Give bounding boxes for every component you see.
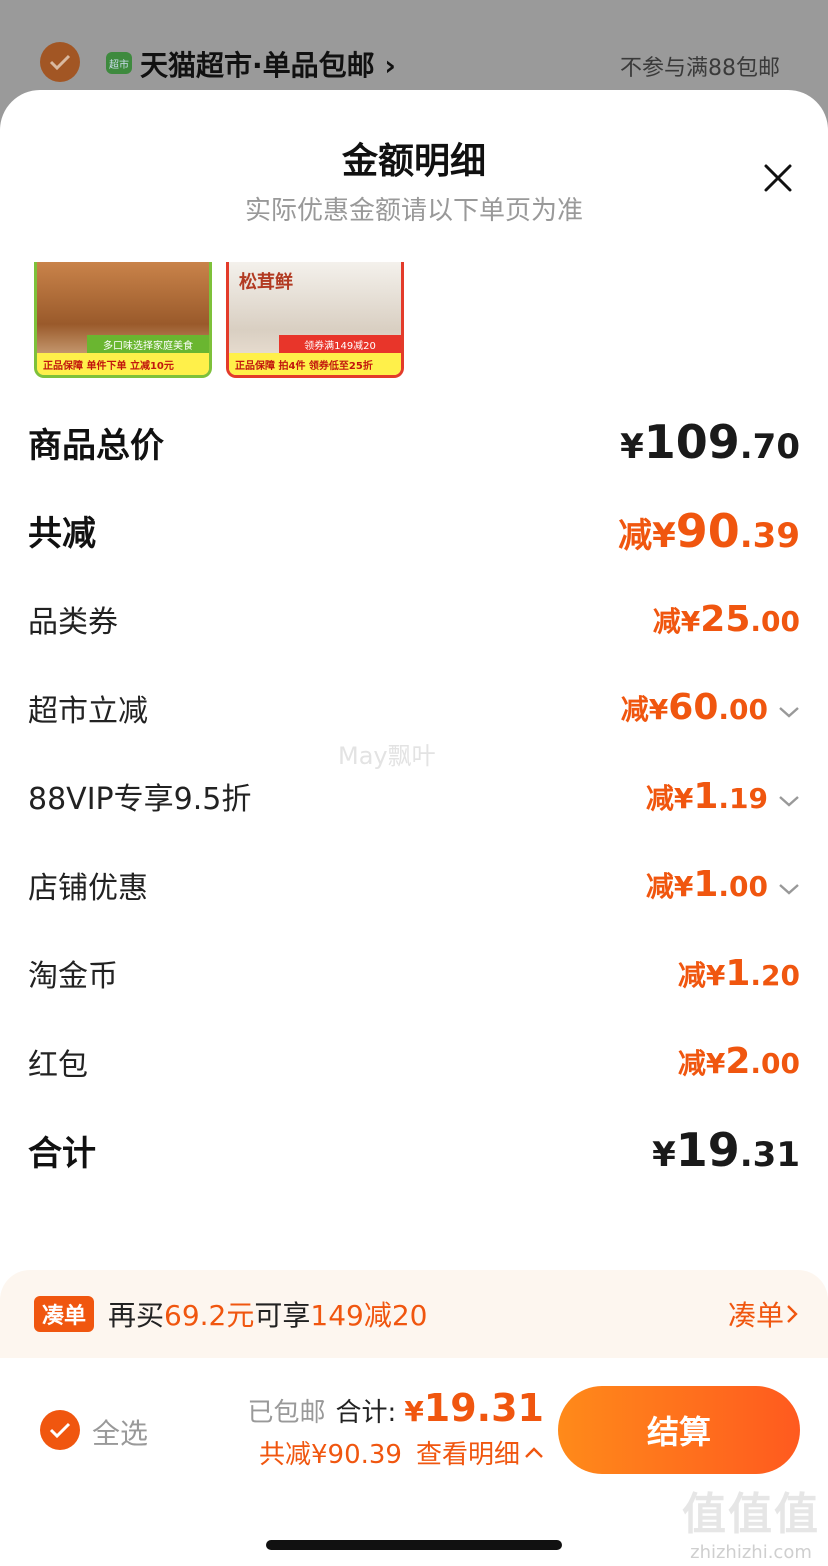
row-amount: 减¥ 1.20: [677, 952, 800, 994]
row-store-discount[interactable]: 店铺优惠 减¥ 1.00: [28, 841, 800, 930]
saved-amount: 共减¥90.39: [259, 1440, 402, 1470]
add-on-promo-bar: 凑单 再买69.2元可享149减20 凑单: [0, 1270, 828, 1358]
sheet-subtitle: 实际优惠金额请以下单页为准: [244, 196, 583, 226]
row-label: 商品总价: [28, 425, 164, 466]
checkout-button[interactable]: 结算: [558, 1386, 800, 1474]
row-amount: 减¥ 2.00: [677, 1041, 800, 1083]
select-all-checkbox[interactable]: [40, 1410, 80, 1450]
row-grand-total: 合计 ¥19.31: [28, 1106, 800, 1195]
row-label: 合计: [28, 1133, 96, 1174]
row-amount: 减¥ 1.00: [646, 864, 800, 905]
chevron-down-icon: [779, 795, 799, 807]
row-taobao-coins: 淘金币 减¥ 1.20: [28, 929, 800, 1018]
watermark: May飘叶: [338, 742, 436, 770]
row-amount: 减¥ 1.19: [646, 776, 800, 817]
add-on-link[interactable]: 凑单: [728, 1294, 800, 1334]
home-indicator: [266, 1540, 562, 1550]
free-shipping-label: 已包邮: [247, 1398, 326, 1428]
product-thumbnail-brand: 松茸鲜: [239, 272, 293, 293]
row-red-packet: 红包 减¥ 2.00: [28, 1018, 800, 1107]
amount-detail-sheet: 金额明细 实际优惠金额请以下单页为准 多口味选择家庭美食 正品保障 单件下单 立…: [0, 90, 828, 1566]
site-watermark: 值值值 zhizhizhi.com: [682, 1489, 820, 1563]
row-amount: ¥19.31: [652, 1123, 800, 1178]
product-thumbnail-strip: 正品保障 拍4件 领券低至25折: [229, 353, 401, 375]
row-label: 超市立减: [28, 693, 148, 729]
check-icon: [49, 1422, 71, 1438]
close-button[interactable]: [760, 160, 796, 196]
row-label: 共减: [28, 514, 96, 555]
row-amount: ¥109.70: [620, 415, 800, 470]
product-thumbnail-caption: 领券满149减20: [279, 335, 401, 353]
chevron-down-icon: [779, 884, 799, 895]
store-name: 天猫超市·单品包邮 ›: [140, 49, 396, 82]
row-label: 红包: [28, 1047, 88, 1083]
product-thumbnail-mushroom[interactable]: 松茸鲜 领券满149减20 正品保障 拍4件 领券低至25折: [226, 262, 404, 378]
amount-rows: 商品总价 ¥109.70 共减 减¥ 90.39 品类券 减¥ 25.00 超市立减…: [28, 398, 800, 1195]
row-total-discount: 共减 减¥ 90.39: [28, 487, 800, 576]
chevron-right-icon: [787, 1305, 798, 1323]
row-amount: 减¥ 90.39: [618, 503, 800, 558]
product-thumbnail-cookies[interactable]: 多口味选择家庭美食 正品保障 单件下单 立减10元: [34, 262, 212, 378]
chevron-up-icon: [525, 1446, 543, 1458]
tmall-supermarket-badge: 超市: [106, 52, 132, 74]
row-label: 品类券: [28, 605, 118, 641]
close-icon: [764, 164, 792, 192]
select-all-label[interactable]: 全选: [92, 1412, 148, 1452]
sheet-title: 金额明细: [341, 141, 486, 182]
promo-text: 再买69.2元可享149减20: [108, 1299, 428, 1332]
product-thumbnail-caption: 多口味选择家庭美食: [87, 335, 209, 353]
chevron-down-icon: [779, 707, 799, 718]
order-summary: 已包邮 合计: ¥19.31 共减¥90.39 查看明细: [248, 1386, 544, 1471]
row-goods-total: 商品总价 ¥109.70: [28, 398, 800, 487]
product-thumbnails: 多口味选择家庭美食 正品保障 单件下单 立减10元 松茸鲜 领券满149减20 …: [34, 262, 404, 378]
store-check-icon: [40, 42, 80, 82]
store-note: 不参与满88包邮: [620, 56, 780, 81]
row-label: 88VIP专享9.5折: [28, 782, 252, 818]
row-label: 淘金币: [28, 959, 118, 995]
row-amount: 减¥ 60.00: [621, 687, 800, 728]
total-amount: ¥19.31: [404, 1386, 544, 1430]
total-label: 合计:: [335, 1398, 397, 1428]
row-category-coupon: 品类券 减¥ 25.00: [28, 575, 800, 664]
row-amount: 减¥ 25.00: [652, 598, 800, 640]
promo-tag: 凑单: [34, 1296, 95, 1332]
row-label: 店铺优惠: [28, 870, 148, 906]
view-detail-link[interactable]: 查看明细: [416, 1434, 520, 1471]
product-thumbnail-strip: 正品保障 单件下单 立减10元: [37, 353, 209, 375]
